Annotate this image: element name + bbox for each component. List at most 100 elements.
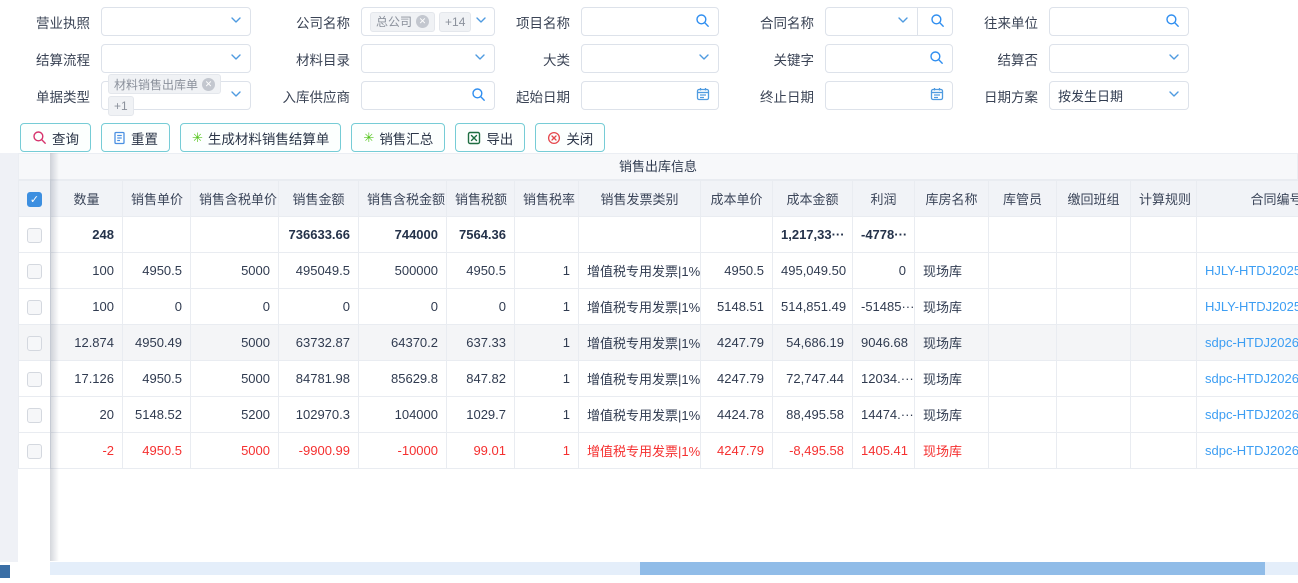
column-header-contract_no[interactable]: 合同编号 bbox=[1197, 181, 1298, 217]
tag-close-icon[interactable]: ✕ bbox=[416, 15, 429, 28]
cell-calc_rule bbox=[1131, 361, 1197, 397]
column-header-cost_price[interactable]: 成本单价 bbox=[701, 181, 773, 217]
cell-sale_price: 4950.5 bbox=[123, 253, 191, 289]
filter-field-inbound-supplier[interactable] bbox=[361, 81, 495, 110]
row-select-cell bbox=[19, 253, 51, 289]
chevron-down-icon bbox=[1168, 88, 1180, 103]
table-scroll-viewport[interactable]: ✓ 数量销售单价销售含税单价销售金额销售含税金额销售税额销售税率销售发票类别成本单… bbox=[18, 180, 1298, 469]
cell-keeper bbox=[989, 289, 1057, 325]
filter-field-business-license[interactable] bbox=[101, 7, 251, 36]
filter-field-date-scheme[interactable]: 按发生日期 bbox=[1049, 81, 1189, 110]
column-header-keeper[interactable]: 库管员 bbox=[989, 181, 1057, 217]
horizontal-scrollbar-thumb[interactable] bbox=[640, 562, 1265, 575]
chevron-down-icon bbox=[230, 14, 242, 29]
row-checkbox[interactable] bbox=[27, 300, 42, 315]
cell-sale_price_tax: 5000 bbox=[191, 253, 279, 289]
cell-qty: -2 bbox=[51, 433, 123, 469]
cell-sale_amount_tax: 64370.2 bbox=[359, 325, 447, 361]
filter-field-settle-flow[interactable] bbox=[101, 44, 251, 73]
cell-sale_price: 0 bbox=[123, 289, 191, 325]
cell-profit: -4778··· bbox=[853, 217, 915, 253]
row-checkbox[interactable] bbox=[27, 228, 42, 243]
generate-settlement-button[interactable]: ✳生成材料销售结算单 bbox=[180, 123, 341, 152]
table-row[interactable]: 100000001增值税专用发票|1%5148.51514,851.49-514… bbox=[19, 289, 1298, 325]
cell-sale_amount_tax: 744000 bbox=[359, 217, 447, 253]
cell-cost_amount: 88,495.58 bbox=[773, 397, 853, 433]
row-checkbox[interactable] bbox=[27, 336, 42, 351]
contract-link[interactable]: sdpc-HTDJ20260 bbox=[1205, 335, 1298, 350]
chevron-down-icon bbox=[474, 51, 486, 66]
filter-field-start-date[interactable] bbox=[581, 81, 719, 110]
table-row[interactable]: 205148.525200102970.31040001029.71增值税专用发… bbox=[19, 397, 1298, 433]
close-button[interactable]: 关闭 bbox=[535, 123, 605, 152]
sales-outbound-table: 销售出库信息 ✓ 数量销售单价销售含税单价销售金额销售含税金额销售税额销售税率销售… bbox=[18, 153, 1298, 469]
search-icon bbox=[929, 50, 944, 68]
filter-field-settled-flag[interactable] bbox=[1049, 44, 1189, 73]
cell-contract_no: sdpc-HTDJ20260 bbox=[1197, 397, 1298, 433]
filter-label-start-date: 起始日期 bbox=[506, 86, 570, 106]
contract-link[interactable]: HJLY-HTDJ20251 bbox=[1205, 299, 1298, 314]
column-header-sale_price[interactable]: 销售单价 bbox=[123, 181, 191, 217]
filter-field-material-catalog[interactable] bbox=[361, 44, 495, 73]
column-header-sale_amount[interactable]: 销售金额 bbox=[279, 181, 359, 217]
cell-sale_tax: 1029.7 bbox=[447, 397, 515, 433]
cell-return_team bbox=[1057, 325, 1131, 361]
filter-field-keyword[interactable] bbox=[825, 44, 953, 73]
column-header-calc_rule[interactable]: 计算规则 bbox=[1131, 181, 1197, 217]
horizontal-scrollbar[interactable] bbox=[50, 562, 1298, 575]
column-header-sale_amount_tax[interactable]: 销售含税金额 bbox=[359, 181, 447, 217]
table-row[interactable]: 1004950.55000495049.55000004950.51增值税专用发… bbox=[19, 253, 1298, 289]
table-row[interactable]: 17.1264950.5500084781.9885629.8847.821增值… bbox=[19, 361, 1298, 397]
sales-summary-button[interactable]: ✳销售汇总 bbox=[351, 123, 445, 152]
cell-warehouse: 现场库 bbox=[915, 397, 989, 433]
summary-row[interactable]: 248736633.667440007564.361,217,33···-477… bbox=[19, 217, 1298, 253]
cell-keeper bbox=[989, 361, 1057, 397]
table-row[interactable]: 12.8744950.49500063732.8764370.2637.331增… bbox=[19, 325, 1298, 361]
table-title: 销售出库信息 bbox=[18, 153, 1298, 180]
contract-link[interactable]: sdpc-HTDJ20260 bbox=[1205, 407, 1298, 422]
select-all-checkbox[interactable]: ✓ bbox=[27, 192, 42, 207]
filter-field-counterparty[interactable] bbox=[1049, 7, 1189, 36]
cell-warehouse: 现场库 bbox=[915, 361, 989, 397]
tag-close-icon[interactable]: ✕ bbox=[202, 78, 215, 91]
column-header-sale_tax[interactable]: 销售税额 bbox=[447, 181, 515, 217]
cell-sale_price_tax: 5000 bbox=[191, 361, 279, 397]
cell-warehouse: 现场库 bbox=[915, 433, 989, 469]
cell-sale_tax: 847.82 bbox=[447, 361, 515, 397]
contract-link[interactable]: sdpc-HTDJ20260 bbox=[1205, 443, 1298, 458]
filter-field-contract-name[interactable] bbox=[825, 7, 953, 36]
column-header-return_team[interactable]: 缴回班组 bbox=[1057, 181, 1131, 217]
contract-link[interactable]: HJLY-HTDJ20251 bbox=[1205, 263, 1298, 278]
cell-qty: 100 bbox=[51, 253, 123, 289]
reset-button[interactable]: 重置 bbox=[101, 123, 170, 152]
row-checkbox[interactable] bbox=[27, 408, 42, 423]
cell-contract_no bbox=[1197, 217, 1298, 253]
row-checkbox[interactable] bbox=[27, 264, 42, 279]
cell-invoice_type: 增值税专用发票|1% bbox=[579, 253, 701, 289]
column-header-invoice_type[interactable]: 销售发票类别 bbox=[579, 181, 701, 217]
column-header-qty[interactable]: 数量 bbox=[51, 181, 123, 217]
column-header-warehouse[interactable]: 库房名称 bbox=[915, 181, 989, 217]
row-checkbox[interactable] bbox=[27, 444, 42, 459]
filter-field-doc-type[interactable]: 材料销售出库单✕+1 bbox=[101, 81, 251, 110]
column-header-sale_tax_rate[interactable]: 销售税率 bbox=[515, 181, 579, 217]
cell-sale_amount_tax: 0 bbox=[359, 289, 447, 325]
cell-sale_price_tax: 5000 bbox=[191, 433, 279, 469]
filter-field-end-date[interactable] bbox=[825, 81, 953, 110]
column-header-cost_amount[interactable]: 成本金额 bbox=[773, 181, 853, 217]
filter-field-company-name[interactable]: 总公司✕+14 bbox=[361, 7, 495, 36]
filter-field-major-class[interactable] bbox=[581, 44, 719, 73]
row-checkbox[interactable] bbox=[27, 372, 42, 387]
contract-link[interactable]: sdpc-HTDJ20260 bbox=[1205, 371, 1298, 386]
export-button[interactable]: 导出 bbox=[455, 123, 525, 152]
column-header-profit[interactable]: 利润 bbox=[853, 181, 915, 217]
table-row[interactable]: -24950.55000-9900.99-1000099.011增值税专用发票|… bbox=[19, 433, 1298, 469]
query-button[interactable]: 查询 bbox=[20, 123, 91, 152]
search-icon bbox=[695, 13, 710, 31]
contract-search-button[interactable] bbox=[922, 8, 952, 35]
cell-sale_price: 4950.5 bbox=[123, 361, 191, 397]
close-circle-icon bbox=[547, 131, 561, 145]
column-header-sale_price_tax[interactable]: 销售含税单价 bbox=[191, 181, 279, 217]
cell-profit: 9046.68 bbox=[853, 325, 915, 361]
filter-field-project-name[interactable] bbox=[581, 7, 719, 36]
